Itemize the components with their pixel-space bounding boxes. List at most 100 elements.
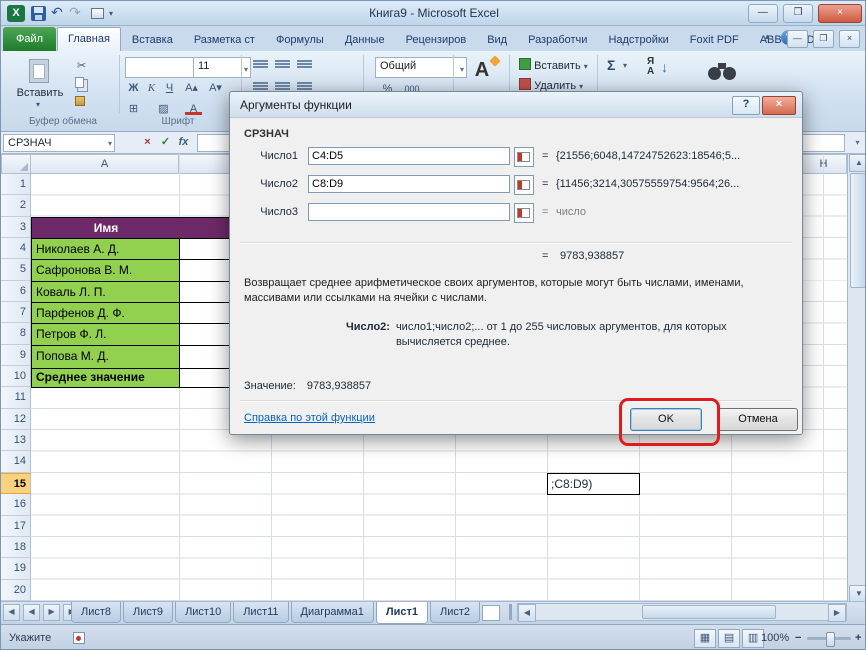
zoom-out-icon[interactable]: −: [795, 625, 801, 650]
wb-close-button[interactable]: ×: [839, 30, 860, 48]
number2-input[interactable]: [308, 175, 510, 193]
normal-view-icon[interactable]: ▦: [694, 629, 716, 648]
row-header-18[interactable]: 18: [1, 537, 31, 558]
dialog-title-bar[interactable]: Аргументы функции ? ×: [230, 92, 802, 118]
hscroll-thumb[interactable]: [642, 605, 776, 619]
sheet-tab-0[interactable]: Лист8: [71, 602, 121, 623]
row-header-10[interactable]: 10: [1, 366, 31, 387]
ribbon-tab-2[interactable]: Вставка: [122, 29, 183, 51]
ribbon-tab-5[interactable]: Данные: [335, 29, 395, 51]
scroll-up-icon[interactable]: ▲: [849, 154, 866, 172]
align-bottom-icon[interactable]: [297, 59, 312, 71]
insert-function-icon[interactable]: fx: [175, 134, 192, 152]
name-box[interactable]: СРЗНАЧ ▾: [3, 134, 115, 152]
page-layout-view-icon[interactable]: ▤: [718, 629, 740, 648]
enter-entry-icon[interactable]: ✓: [157, 134, 174, 152]
cut-icon[interactable]: ✂: [73, 58, 90, 75]
column-header-a[interactable]: A: [31, 154, 179, 174]
vscroll-thumb[interactable]: [850, 173, 866, 288]
paste-button[interactable]: Вставить ▾: [11, 56, 67, 114]
delete-cells-button[interactable]: Удалить ▾: [519, 78, 583, 92]
row-header-3[interactable]: 3: [1, 217, 31, 238]
row-header-12[interactable]: 12: [1, 409, 31, 430]
ribbon-tab-9[interactable]: Надстройки: [598, 29, 678, 51]
range-picker-icon[interactable]: [514, 147, 534, 167]
prev-sheet-icon[interactable]: ◀: [23, 604, 40, 621]
horizontal-scrollbar[interactable]: ◀ ▶: [517, 603, 847, 621]
zoom-slider[interactable]: [807, 637, 851, 640]
sheet-tab-5[interactable]: Лист1: [376, 602, 428, 624]
dialog-help-icon[interactable]: ?: [732, 96, 760, 115]
format-painter-icon[interactable]: [75, 96, 85, 106]
next-sheet-icon[interactable]: ▶: [43, 604, 60, 621]
row-header-6[interactable]: 6: [1, 281, 31, 302]
ribbon-tab-8[interactable]: Разработчи: [518, 29, 597, 51]
table-footer-cell[interactable]: Среднее значение: [31, 366, 180, 388]
font-color-icon[interactable]: А: [185, 101, 202, 115]
number3-input[interactable]: [308, 203, 510, 221]
row-header-17[interactable]: 17: [1, 516, 31, 537]
range-picker-icon[interactable]: [514, 175, 534, 195]
macro-record-icon[interactable]: [73, 632, 85, 644]
font-size-dropdown[interactable]: 11▾: [193, 57, 251, 78]
vertical-scrollbar[interactable]: ▲ ▼: [847, 154, 866, 601]
in-cell-edit-box[interactable]: ;C8:D9): [547, 473, 640, 495]
number1-input[interactable]: [308, 147, 510, 165]
sheet-tab-2[interactable]: Лист10: [175, 602, 231, 623]
ribbon-tab-10[interactable]: Foxit PDF: [680, 29, 749, 51]
ribbon-tab-6[interactable]: Рецензиров: [396, 29, 477, 51]
align-middle-icon[interactable]: [275, 59, 290, 71]
find-select-icon[interactable]: [707, 61, 741, 87]
collapse-ribbon-icon[interactable]: ▴: [765, 31, 770, 42]
row-header-14[interactable]: 14: [1, 451, 31, 472]
row-header-15[interactable]: 15: [1, 473, 31, 494]
wb-restore-button[interactable]: ❐: [813, 30, 834, 48]
zoom-in-icon[interactable]: +: [855, 625, 861, 650]
sheet-tab-6[interactable]: Лист2: [430, 602, 480, 623]
expand-formula-bar-icon[interactable]: ▾: [849, 134, 866, 152]
italic-button[interactable]: К: [143, 80, 160, 97]
row-header-2[interactable]: 2: [1, 195, 31, 216]
underline-button[interactable]: Ч: [161, 80, 178, 97]
range-picker-icon[interactable]: [514, 203, 534, 223]
insert-cells-button[interactable]: Вставить ▾: [519, 58, 588, 72]
first-sheet-icon[interactable]: ◀: [3, 604, 20, 621]
row-header-20[interactable]: 20: [1, 580, 31, 601]
copy-icon[interactable]: [75, 77, 84, 88]
scroll-right-icon[interactable]: ▶: [828, 604, 846, 622]
ribbon-tab-0[interactable]: Файл: [3, 27, 56, 51]
select-all-corner[interactable]: [1, 154, 31, 174]
wb-minimize-button[interactable]: —: [787, 30, 808, 48]
sort-filter-icon[interactable]: Я А ↓: [647, 57, 677, 93]
table-name-cell[interactable]: Попова М. Д.: [31, 345, 186, 369]
ribbon-tab-7[interactable]: Вид: [477, 29, 517, 51]
row-header-1[interactable]: 1: [1, 174, 31, 195]
row-header-8[interactable]: 8: [1, 323, 31, 344]
cancel-entry-icon[interactable]: ×: [139, 134, 156, 152]
row-header-13[interactable]: 13: [1, 430, 31, 451]
cancel-button[interactable]: Отмена: [718, 408, 798, 431]
paste-dropdown-icon[interactable]: ▾: [36, 100, 40, 109]
close-button[interactable]: ×: [818, 4, 862, 23]
tab-split-handle[interactable]: [509, 604, 512, 620]
maximize-button[interactable]: ❐: [783, 4, 813, 23]
function-help-link[interactable]: Справка по этой функции: [244, 412, 375, 424]
row-header-4[interactable]: 4: [1, 238, 31, 259]
font-grow-button[interactable]: А▴: [183, 80, 200, 97]
row-header-9[interactable]: 9: [1, 345, 31, 366]
font-shrink-button[interactable]: А▾: [207, 80, 224, 97]
ribbon-tab-4[interactable]: Формулы: [266, 29, 334, 51]
row-header-11[interactable]: 11: [1, 387, 31, 408]
autosum-icon[interactable]: Σ: [607, 57, 615, 73]
row-header-7[interactable]: 7: [1, 302, 31, 323]
align-top-icon[interactable]: [253, 59, 268, 71]
name-box-dropdown-icon[interactable]: ▾: [108, 136, 112, 152]
bold-button[interactable]: Ж: [125, 80, 142, 97]
minimize-button[interactable]: —: [748, 4, 778, 23]
autosum-dropdown-icon[interactable]: ▾: [623, 61, 627, 70]
column-header-h[interactable]: H: [801, 154, 847, 174]
row-header-5[interactable]: 5: [1, 259, 31, 280]
row-header-16[interactable]: 16: [1, 494, 31, 515]
row-header-19[interactable]: 19: [1, 558, 31, 579]
insert-sheet-icon[interactable]: [482, 605, 500, 621]
